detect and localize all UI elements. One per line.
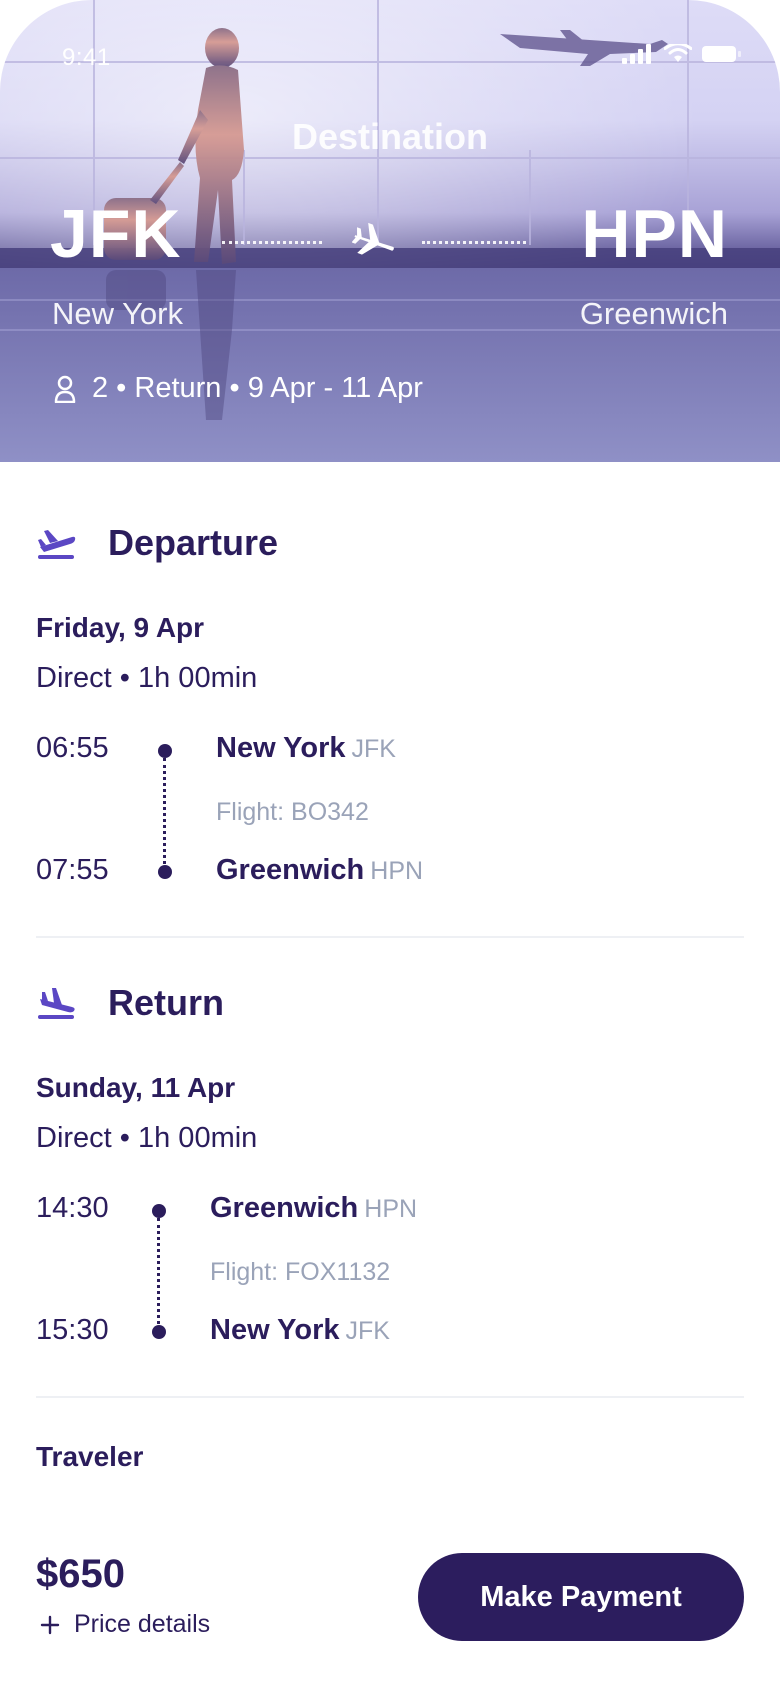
price-details-link[interactable]: Price details: [40, 1610, 210, 1639]
departure-origin-code: JFK: [351, 735, 396, 763]
departure-flight-number: Flight: BO342: [216, 798, 369, 826]
timeline-line: [157, 1218, 160, 1324]
price-details-label: Price details: [74, 1610, 211, 1638]
status-bar: 9:41: [0, 0, 780, 110]
timeline-dot: [158, 865, 172, 879]
wifi-icon: [664, 44, 692, 62]
timeline-dot: [152, 1325, 166, 1339]
return-title: Return: [108, 982, 224, 1023]
trip-summary: 2 • Return • 9 Apr - 11 Apr: [54, 372, 423, 405]
departure-destination-code: HPN: [370, 857, 424, 885]
timeline-dot: [152, 1204, 166, 1218]
section-divider: [36, 1396, 744, 1398]
departure-section: Departure Friday, 9 Apr Direct • 1h 00mi…: [36, 518, 744, 898]
return-header: Return: [36, 978, 744, 1028]
return-destination-city: New York: [210, 1314, 340, 1346]
return-origin-code: HPN: [364, 1195, 418, 1223]
departure-destination-city: Greenwich: [216, 854, 365, 886]
destination-hero: 9:41 Destination JFK HPN New York Greenw…: [0, 0, 780, 462]
return-departure-time: 14:30: [36, 1192, 109, 1224]
return-flight-number: Flight: FOX1132: [210, 1258, 391, 1286]
traveler-heading: Traveler: [36, 1441, 144, 1472]
total-price: $650: [36, 1552, 125, 1596]
departure-duration: Direct • 1h 00min: [36, 662, 258, 694]
flight-takeoff-icon: [38, 530, 76, 559]
departure-header: Departure: [36, 518, 744, 568]
person-icon: [54, 375, 76, 403]
status-icons: [622, 44, 742, 64]
hero-title: Destination: [291, 116, 488, 157]
flight-land-icon: [38, 988, 75, 1019]
plus-icon: [40, 1615, 60, 1634]
route-line-left: [222, 241, 322, 244]
departure-time: 06:55: [36, 732, 109, 764]
arrival-time: 07:55: [36, 854, 109, 886]
signal-icon: [622, 44, 651, 64]
timeline-dot: [158, 744, 172, 758]
return-origin: Greenwich HPN: [210, 1192, 417, 1225]
return-origin-city: Greenwich: [210, 1192, 359, 1224]
battery-icon: [702, 46, 741, 62]
return-duration: Direct • 1h 00min: [36, 1122, 258, 1154]
trip-summary-text: 2 • Return • 9 Apr - 11 Apr: [92, 372, 423, 404]
airplane-icon: [352, 222, 394, 255]
timeline-line: [163, 758, 166, 864]
return-section: Return Sunday, 11 Apr Direct • 1h 00min …: [36, 978, 744, 1358]
departure-origin-city: New York: [216, 732, 346, 764]
return-destination-code: JFK: [345, 1317, 390, 1345]
status-time: 9:41: [62, 44, 111, 71]
make-payment-button[interactable]: Make Payment: [418, 1553, 744, 1641]
return-arrival-time: 15:30: [36, 1314, 109, 1346]
destination-code: HPN: [581, 196, 728, 272]
return-date: Sunday, 11 Apr: [36, 1072, 236, 1103]
departure-destination: Greenwich HPN: [216, 854, 423, 887]
departure-date: Friday, 9 Apr: [36, 612, 205, 643]
origin-city: New York: [52, 296, 183, 331]
departure-title: Departure: [108, 522, 279, 563]
section-divider: [36, 936, 744, 938]
departure-origin: New York JFK: [216, 732, 396, 765]
return-destination: New York JFK: [210, 1314, 390, 1347]
phone-screen: 9:41 Destination JFK HPN New York Greenw…: [0, 0, 780, 1691]
destination-city: Greenwich: [579, 296, 728, 331]
route-line-right: [422, 241, 526, 244]
origin-code: JFK: [50, 196, 182, 272]
